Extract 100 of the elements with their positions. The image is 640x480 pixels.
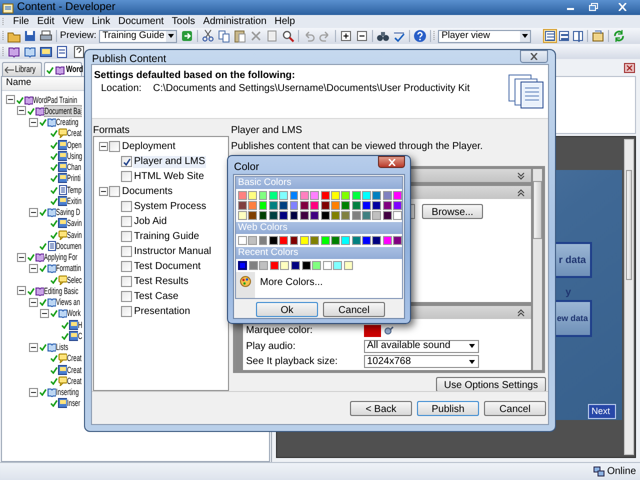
tree-item[interactable]: H — [78, 320, 82, 330]
tree-item[interactable]: Instructor Manual — [133, 246, 212, 258]
tree-item[interactable]: Documen — [56, 240, 82, 251]
dialog-button[interactable]: Cancel — [323, 302, 385, 316]
expander-icon[interactable] — [28, 298, 38, 307]
color-swatch[interactable] — [320, 201, 330, 210]
menu-item[interactable]: Tools — [168, 14, 200, 29]
color-swatch[interactable] — [270, 261, 279, 270]
color-swatch[interactable] — [310, 236, 320, 245]
search-icon[interactable] — [281, 29, 296, 43]
color-swatch[interactable] — [372, 191, 382, 200]
tree-item[interactable]: Temp — [66, 184, 82, 195]
tree-item[interactable]: Saving D — [56, 207, 80, 218]
tree-item[interactable]: Editing Basic — [44, 286, 79, 296]
dialog-button[interactable]: < Back — [350, 400, 412, 416]
help-icon[interactable] — [413, 29, 428, 43]
dialog-button[interactable]: Cancel — [484, 400, 546, 416]
tree-item[interactable]: Savin — [66, 230, 82, 240]
color-swatch[interactable] — [393, 211, 402, 220]
checkbox[interactable] — [109, 186, 120, 197]
screen-icon[interactable] — [39, 44, 53, 58]
menu-item[interactable]: Help — [270, 14, 300, 29]
expander-icon[interactable] — [99, 142, 108, 151]
save-icon[interactable] — [23, 29, 37, 43]
tree-item[interactable]: Views an — [56, 297, 80, 308]
tree-item[interactable]: WordPad Trainin — [33, 94, 78, 105]
tree-item[interactable]: Test Results — [133, 276, 190, 288]
color-swatch[interactable] — [238, 211, 247, 220]
caret-icon[interactable] — [168, 34, 174, 38]
expander-icon[interactable] — [28, 118, 38, 127]
color-swatch[interactable] — [382, 211, 392, 220]
page-icon[interactable] — [55, 44, 69, 58]
color-swatch[interactable] — [362, 211, 371, 220]
color-swatch[interactable] — [258, 191, 268, 200]
close-button[interactable] — [378, 156, 405, 168]
color-swatch[interactable] — [341, 191, 350, 200]
color-swatch[interactable] — [269, 201, 278, 210]
color-swatch[interactable] — [238, 261, 247, 270]
color-swatch[interactable] — [259, 261, 268, 270]
color-swatch[interactable] — [269, 236, 278, 245]
color-swatch[interactable] — [352, 201, 361, 210]
menu-item[interactable]: View — [58, 14, 88, 29]
color-swatch[interactable] — [238, 201, 247, 210]
copy-icon[interactable] — [217, 29, 232, 43]
tree-item[interactable]: Document Ba — [44, 104, 82, 117]
color-swatch[interactable] — [248, 236, 258, 245]
color-swatch[interactable] — [300, 211, 309, 220]
color-swatch[interactable] — [382, 201, 392, 210]
expander-icon[interactable] — [28, 388, 38, 397]
expander-icon[interactable] — [28, 342, 38, 352]
color-swatch[interactable] — [290, 201, 298, 210]
expander-icon[interactable] — [17, 286, 26, 296]
color-swatch[interactable] — [393, 236, 402, 245]
color-swatch[interactable] — [279, 201, 288, 210]
dialog-button[interactable]: Ok — [256, 302, 318, 316]
close-button[interactable] — [520, 50, 548, 63]
chevron-up-icon[interactable] — [517, 188, 525, 196]
tree-item[interactable]: Training Guide — [133, 230, 200, 242]
color-swatch[interactable] — [248, 261, 258, 270]
tree-item[interactable]: Deployment — [121, 140, 176, 152]
color-swatch[interactable] — [258, 211, 268, 220]
color-swatch[interactable] — [269, 211, 278, 220]
chevron-up-icon[interactable] — [517, 308, 525, 316]
color-swatch[interactable] — [269, 191, 278, 200]
color-swatch[interactable] — [320, 191, 330, 200]
binoculars-icon[interactable] — [376, 29, 390, 43]
tab[interactable]: Library — [2, 62, 42, 76]
color-swatch[interactable] — [310, 201, 320, 210]
dropdown[interactable]: All available sound — [364, 340, 479, 353]
tree-item[interactable]: Using — [66, 150, 82, 161]
color-swatch[interactable] — [238, 191, 247, 200]
color-swatch[interactable] — [279, 211, 288, 220]
checkbox[interactable] — [121, 231, 132, 242]
color-swatch[interactable] — [382, 236, 392, 245]
color-swatch[interactable] — [352, 191, 361, 200]
checkbox[interactable] — [121, 261, 132, 272]
tree-item[interactable]: Presentation — [133, 306, 192, 318]
color-picker-icon[interactable] — [384, 326, 394, 336]
tab[interactable]: Word — [44, 62, 82, 76]
tree-item[interactable]: Exitin — [66, 196, 82, 206]
color-swatch[interactable] — [300, 201, 309, 210]
tree-item[interactable]: Chan — [66, 162, 82, 172]
color-swatch[interactable] — [290, 261, 300, 270]
color-swatch[interactable] — [279, 236, 288, 245]
book-icon[interactable] — [23, 44, 37, 58]
tree-item[interactable]: Test Document — [133, 260, 202, 272]
menu-item[interactable]: Link — [88, 14, 114, 29]
clipboard-icon[interactable] — [233, 29, 248, 43]
color-swatch[interactable] — [393, 201, 402, 210]
color-swatch[interactable] — [352, 211, 361, 220]
color-swatch[interactable] — [312, 261, 322, 270]
expander-icon[interactable] — [40, 308, 49, 318]
checkbox[interactable] — [121, 306, 132, 317]
color-swatch[interactable] — [364, 324, 381, 337]
color-swatch[interactable] — [248, 191, 258, 200]
color-swatch[interactable] — [372, 236, 382, 245]
page-icon[interactable] — [72, 44, 86, 58]
color-swatch[interactable] — [331, 236, 340, 245]
color-swatch[interactable] — [382, 191, 392, 200]
delete-icon[interactable] — [249, 29, 264, 43]
